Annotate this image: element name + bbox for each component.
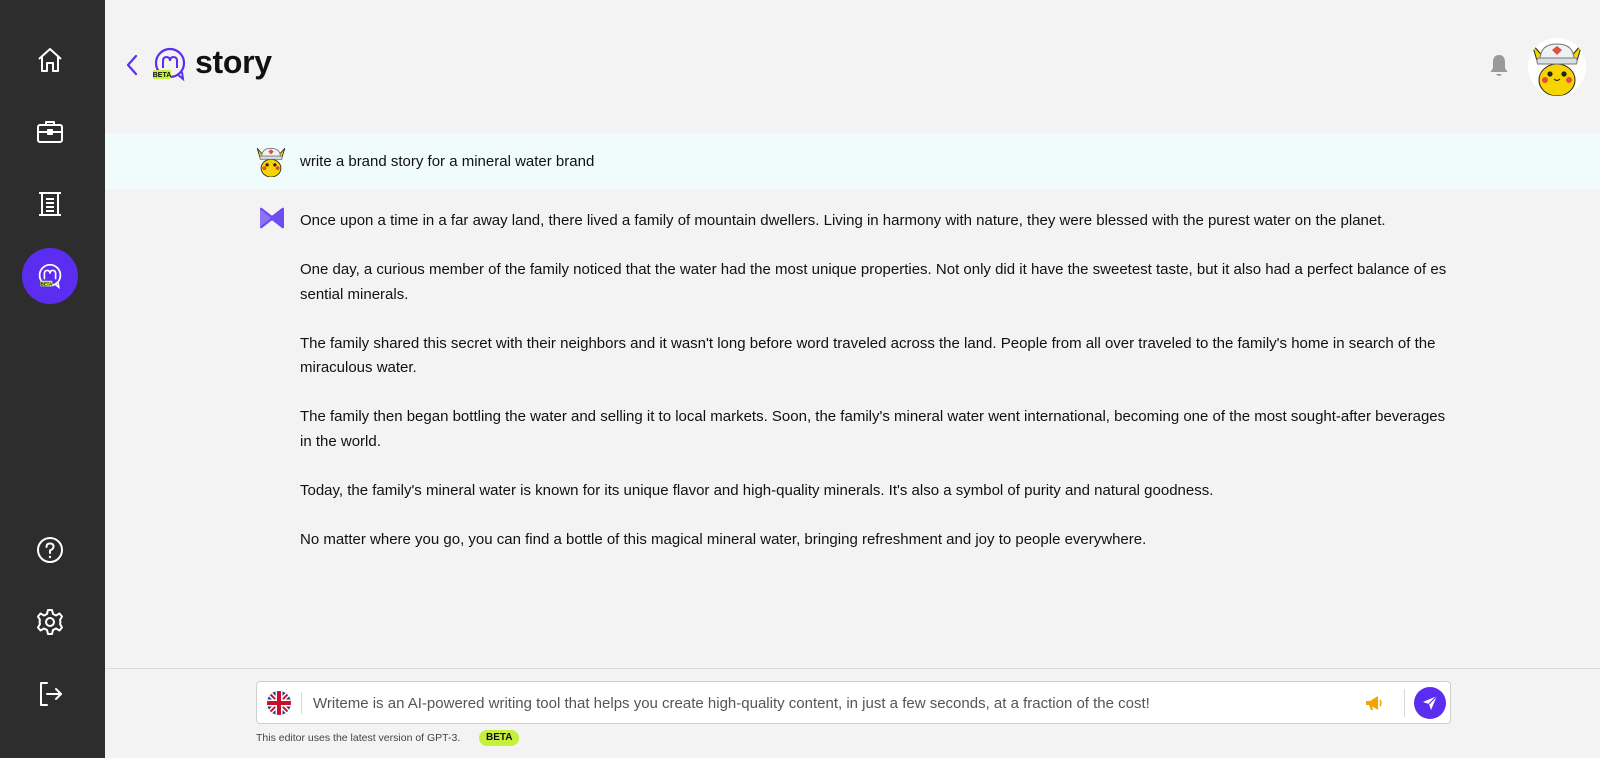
user-prompt-row: write a brand story for a mineral water … (105, 133, 1600, 189)
user-prompt-text: write a brand story for a mineral water … (300, 153, 595, 170)
logout-icon (40, 682, 62, 706)
briefcase-icon (37, 121, 63, 143)
chevron-left-icon (126, 54, 138, 76)
editor-note: This editor uses the latest version of G… (256, 732, 461, 744)
prompt-input-bar (256, 681, 1451, 724)
send-icon (1423, 695, 1438, 710)
megaphone-icon[interactable] (1364, 694, 1384, 712)
sidebar-item-documents[interactable] (22, 176, 78, 232)
uk-flag-icon (267, 691, 291, 715)
beta-badge: BETA (479, 730, 520, 746)
header-beta-badge: BETA (153, 72, 172, 79)
header: BETA story (105, 0, 1600, 130)
gear-icon (37, 609, 63, 635)
writeme-logo-icon: BETA (38, 263, 62, 290)
divider (301, 692, 302, 714)
sidebar-item-writeme[interactable]: BETA (22, 248, 78, 304)
bell-icon[interactable] (1485, 52, 1513, 80)
prompt-input[interactable] (313, 688, 1313, 718)
response-paragraph: Today, the family's mineral water is kno… (300, 481, 1214, 499)
sidebar-item-help[interactable] (22, 522, 78, 578)
help-icon (37, 537, 63, 563)
sidebar-item-logout[interactable] (22, 666, 78, 722)
sidebar-item-projects[interactable] (22, 104, 78, 160)
user-avatar[interactable] (1528, 38, 1586, 96)
response-paragraph: The family then began bottling the water… (300, 408, 1446, 450)
user-prompt-avatar (256, 147, 286, 177)
sidebar-item-settings[interactable] (22, 594, 78, 650)
response-paragraph: Once upon a time in a far away land, the… (300, 212, 1386, 229)
sidebar: BETA (0, 0, 105, 758)
writeme-logo-icon: BETA (153, 47, 186, 82)
back-button[interactable] (121, 50, 143, 80)
ai-response: Once upon a time in a far away land, the… (300, 209, 1452, 577)
send-button[interactable] (1414, 687, 1446, 719)
response-paragraph: One day, a curious member of the family … (300, 261, 1447, 303)
pikachu-avatar-icon (1528, 38, 1586, 96)
scroll-icon (39, 192, 61, 216)
footer-divider (105, 668, 1600, 669)
response-paragraph: No matter where you go, you can find a b… (300, 530, 1147, 548)
language-selector[interactable] (267, 691, 291, 715)
page-title: story (195, 44, 272, 80)
writeme-response-icon (260, 207, 284, 229)
sidebar-item-home[interactable] (22, 32, 78, 88)
home-icon (38, 48, 62, 72)
sidebar-beta-badge: BETA (41, 281, 53, 286)
response-paragraph: The family shared this secret with their… (300, 334, 1436, 377)
divider (1404, 689, 1405, 717)
